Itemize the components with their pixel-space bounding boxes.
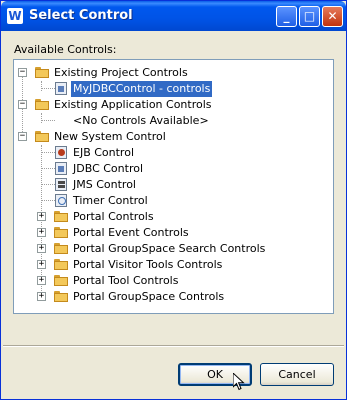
tree-node-new-system-control[interactable]: − New System Control bbox=[14, 129, 333, 145]
tree-node-label: Portal GroupSpace Search Controls bbox=[73, 242, 266, 255]
tree-node-no-controls: <No Controls Available> bbox=[14, 113, 333, 129]
folder-icon bbox=[53, 258, 69, 271]
tree-node-label: Portal GroupSpace Controls bbox=[73, 290, 225, 303]
available-controls-label: Available Controls: bbox=[14, 43, 117, 56]
app-icon: W bbox=[7, 8, 23, 24]
folder-icon bbox=[53, 242, 69, 255]
tree-node-jdbc-control[interactable]: JDBC Control bbox=[14, 161, 333, 177]
expand-icon[interactable]: + bbox=[37, 212, 46, 221]
folder-icon bbox=[53, 274, 69, 287]
expand-icon[interactable]: + bbox=[37, 228, 46, 237]
tree-node-label: MyJDBCControl - controls bbox=[71, 81, 213, 97]
open-folder-icon bbox=[34, 130, 50, 143]
tree-node-portal-controls[interactable]: + Portal Controls bbox=[14, 209, 333, 225]
tree-node-existing-project[interactable]: − Existing Project Controls bbox=[14, 65, 333, 81]
ejb-control-icon bbox=[55, 146, 67, 159]
cancel-button[interactable]: Cancel bbox=[260, 363, 334, 386]
tree-node-label: JMS Control bbox=[73, 178, 136, 191]
tree-node-label: Portal Tool Controls bbox=[73, 274, 179, 287]
jdbc-control-icon bbox=[55, 82, 67, 95]
tree-node-label: JDBC Control bbox=[73, 162, 144, 175]
tree-node-label: Existing Project Controls bbox=[54, 66, 188, 79]
tree-node-label: Portal Visitor Tools Controls bbox=[73, 258, 223, 271]
controls-tree[interactable]: − Existing Project Controls MyJDBCContro… bbox=[13, 59, 334, 314]
collapse-icon[interactable]: − bbox=[18, 68, 27, 77]
mouse-cursor-icon bbox=[233, 373, 245, 391]
dialog-title: Select Control bbox=[29, 8, 133, 23]
tree-node-portal-groupspace-controls[interactable]: + Portal GroupSpace Controls bbox=[14, 289, 333, 305]
tree-node-label: <No Controls Available> bbox=[73, 114, 209, 127]
collapse-icon[interactable]: − bbox=[18, 132, 27, 141]
tree-node-portal-event-controls[interactable]: + Portal Event Controls bbox=[14, 225, 333, 241]
open-folder-icon bbox=[34, 66, 50, 79]
minimize-button[interactable]: _ bbox=[276, 6, 297, 27]
open-folder-icon bbox=[34, 98, 50, 111]
tree-node-label: New System Control bbox=[54, 130, 166, 143]
tree-node-label: Timer Control bbox=[73, 194, 148, 207]
folder-icon bbox=[53, 210, 69, 223]
tree-node-label: EJB Control bbox=[73, 146, 134, 159]
tree-node-ejb-control[interactable]: EJB Control bbox=[14, 145, 333, 161]
tree-node-jms-control[interactable]: JMS Control bbox=[14, 177, 333, 193]
select-control-dialog: W Select Control _ □ ✕ Available Control… bbox=[0, 0, 347, 400]
jms-control-icon bbox=[55, 178, 67, 191]
expand-icon[interactable]: + bbox=[37, 292, 46, 301]
tree-node-label: Portal Controls bbox=[73, 210, 154, 223]
title-bar[interactable]: W Select Control _ □ ✕ bbox=[1, 1, 346, 31]
separator bbox=[3, 345, 344, 347]
tree-node-timer-control[interactable]: Timer Control bbox=[14, 193, 333, 209]
maximize-button[interactable]: □ bbox=[299, 6, 320, 27]
tree-node-portal-tool-controls[interactable]: + Portal Tool Controls bbox=[14, 273, 333, 289]
expand-icon[interactable]: + bbox=[37, 276, 46, 285]
folder-icon bbox=[53, 290, 69, 303]
tree-node-existing-application[interactable]: − Existing Application Controls bbox=[14, 97, 333, 113]
folder-icon bbox=[53, 226, 69, 239]
close-button[interactable]: ✕ bbox=[322, 6, 343, 27]
tree-node-portal-groupspace-search-controls[interactable]: + Portal GroupSpace Search Controls bbox=[14, 241, 333, 257]
tree-node-myjdbccontrol[interactable]: MyJDBCControl - controls bbox=[14, 81, 333, 97]
expand-icon[interactable]: + bbox=[37, 244, 46, 253]
tree-node-label: Portal Event Controls bbox=[73, 226, 189, 239]
jdbc-control-icon bbox=[55, 162, 67, 175]
timer-control-icon bbox=[55, 194, 67, 207]
tree-node-label: Existing Application Controls bbox=[54, 98, 212, 111]
expand-icon[interactable]: + bbox=[37, 260, 46, 269]
collapse-icon[interactable]: − bbox=[18, 100, 27, 109]
tree-node-portal-visitor-tools-controls[interactable]: + Portal Visitor Tools Controls bbox=[14, 257, 333, 273]
